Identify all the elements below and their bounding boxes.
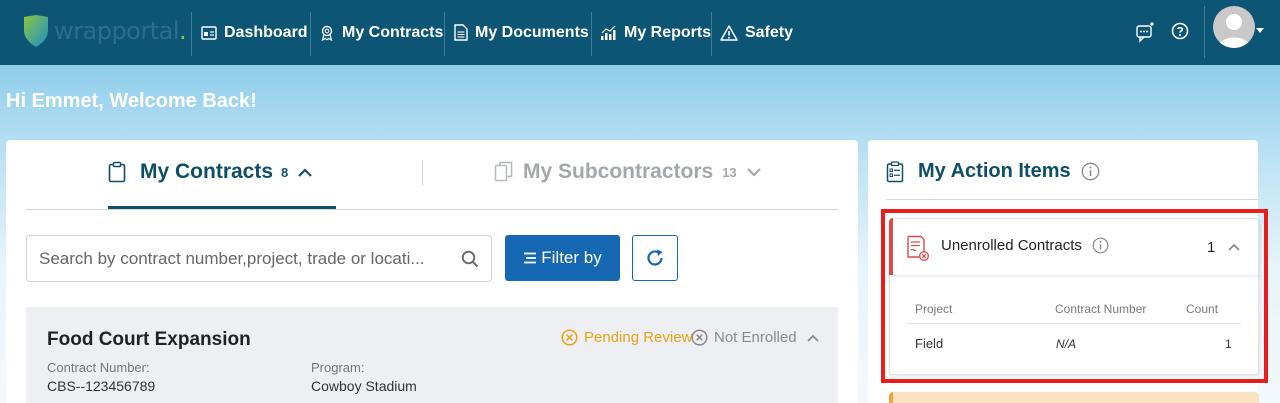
brand-name: wrapportal. bbox=[54, 17, 187, 45]
pending-review-label: Pending Review bbox=[584, 329, 693, 346]
wrapportal-logo[interactable]: wrapportal. bbox=[22, 14, 187, 48]
filter-lines-icon bbox=[524, 252, 537, 264]
award-icon bbox=[321, 25, 333, 41]
action-items-header: My Action Items bbox=[886, 160, 1100, 183]
checklist-icon bbox=[886, 160, 904, 182]
clipboard-icon bbox=[108, 161, 126, 183]
tab-my-subcontractors[interactable]: My Subcontractors 13 bbox=[494, 160, 761, 184]
welcome-message: Hi Emmet, Welcome Back! bbox=[6, 90, 257, 112]
document-icon bbox=[454, 24, 468, 41]
contract-number-label: Contract Number: bbox=[47, 360, 150, 375]
search-icon[interactable] bbox=[461, 250, 479, 268]
nav-my-documents[interactable]: My Documents bbox=[454, 0, 589, 65]
highlight-box bbox=[881, 209, 1268, 383]
action-items-title: My Action Items bbox=[918, 160, 1071, 182]
nav-my-reports-label: My Reports bbox=[624, 23, 712, 41]
nav-divider bbox=[711, 12, 712, 56]
chevron-down-icon bbox=[746, 167, 761, 177]
chart-icon bbox=[601, 25, 616, 40]
nav-divider bbox=[591, 12, 592, 56]
tab-my-contracts-label: My Contracts bbox=[140, 160, 274, 183]
nav-my-contracts[interactable]: My Contracts bbox=[319, 0, 443, 65]
program-label: Program: bbox=[311, 360, 365, 375]
nav-dashboard-label: Dashboard bbox=[224, 23, 308, 41]
tab-divider bbox=[422, 160, 423, 185]
nav-divider bbox=[310, 12, 311, 56]
tabs-divider-line bbox=[26, 209, 838, 210]
help-icon[interactable] bbox=[1171, 22, 1189, 40]
subcontractors-count: 13 bbox=[722, 164, 737, 180]
nav-safety[interactable]: Safety bbox=[720, 0, 793, 65]
user-avatar[interactable] bbox=[1213, 6, 1255, 48]
refresh-button[interactable] bbox=[632, 235, 678, 281]
avatar-caret-icon[interactable] bbox=[1256, 28, 1264, 33]
filter-by-label: Filter by bbox=[541, 248, 602, 267]
nav-dashboard[interactable]: Dashboard bbox=[201, 0, 308, 65]
nav-divider bbox=[444, 12, 445, 56]
tab-my-contracts[interactable]: My Contracts 8 bbox=[108, 160, 313, 184]
documents-copy-icon bbox=[494, 161, 513, 182]
user-icon bbox=[1218, 14, 1250, 48]
nav-my-reports[interactable]: My Reports bbox=[600, 0, 711, 65]
nav-safety-label: Safety bbox=[745, 23, 794, 41]
contracts-count: 8 bbox=[281, 164, 289, 180]
info-icon[interactable] bbox=[1081, 162, 1100, 181]
top-nav-bar: wrapportal. Dashboard My Contracts My Do… bbox=[0, 0, 1280, 65]
contract-title: Food Court Expansion bbox=[47, 329, 251, 350]
filter-by-button[interactable]: Filter by bbox=[505, 235, 620, 281]
contract-number-value: CBS--123456789 bbox=[47, 378, 156, 394]
nav-divider bbox=[191, 12, 192, 56]
not-enrolled-label: Not Enrolled bbox=[714, 329, 797, 346]
search-input[interactable] bbox=[39, 248, 439, 270]
enrollment-status: Not Enrolled bbox=[691, 329, 797, 346]
nav-my-contracts-label: My Contracts bbox=[342, 23, 444, 41]
nav-my-documents-label: My Documents bbox=[475, 23, 589, 41]
not-enrolled-x-circle-icon bbox=[691, 329, 708, 346]
contract-search-box bbox=[26, 235, 492, 282]
chat-support-icon[interactable] bbox=[1135, 21, 1157, 43]
shield-logo-icon bbox=[24, 15, 48, 47]
tab-my-subcontractors-label: My Subcontractors bbox=[523, 160, 714, 183]
pending-x-circle-icon bbox=[561, 329, 578, 346]
action-items-divider bbox=[886, 199, 1258, 200]
next-action-item-card[interactable] bbox=[889, 392, 1259, 403]
program-value: Cowboy Stadium bbox=[311, 378, 417, 394]
warning-icon bbox=[720, 24, 738, 41]
collapse-chevron-up-icon[interactable] bbox=[807, 334, 819, 342]
refresh-icon bbox=[647, 249, 663, 266]
chevron-up-icon bbox=[298, 167, 313, 177]
nav-divider bbox=[1204, 6, 1205, 58]
pending-review-status: Pending Review bbox=[561, 329, 692, 346]
dashboard-icon bbox=[201, 25, 217, 40]
